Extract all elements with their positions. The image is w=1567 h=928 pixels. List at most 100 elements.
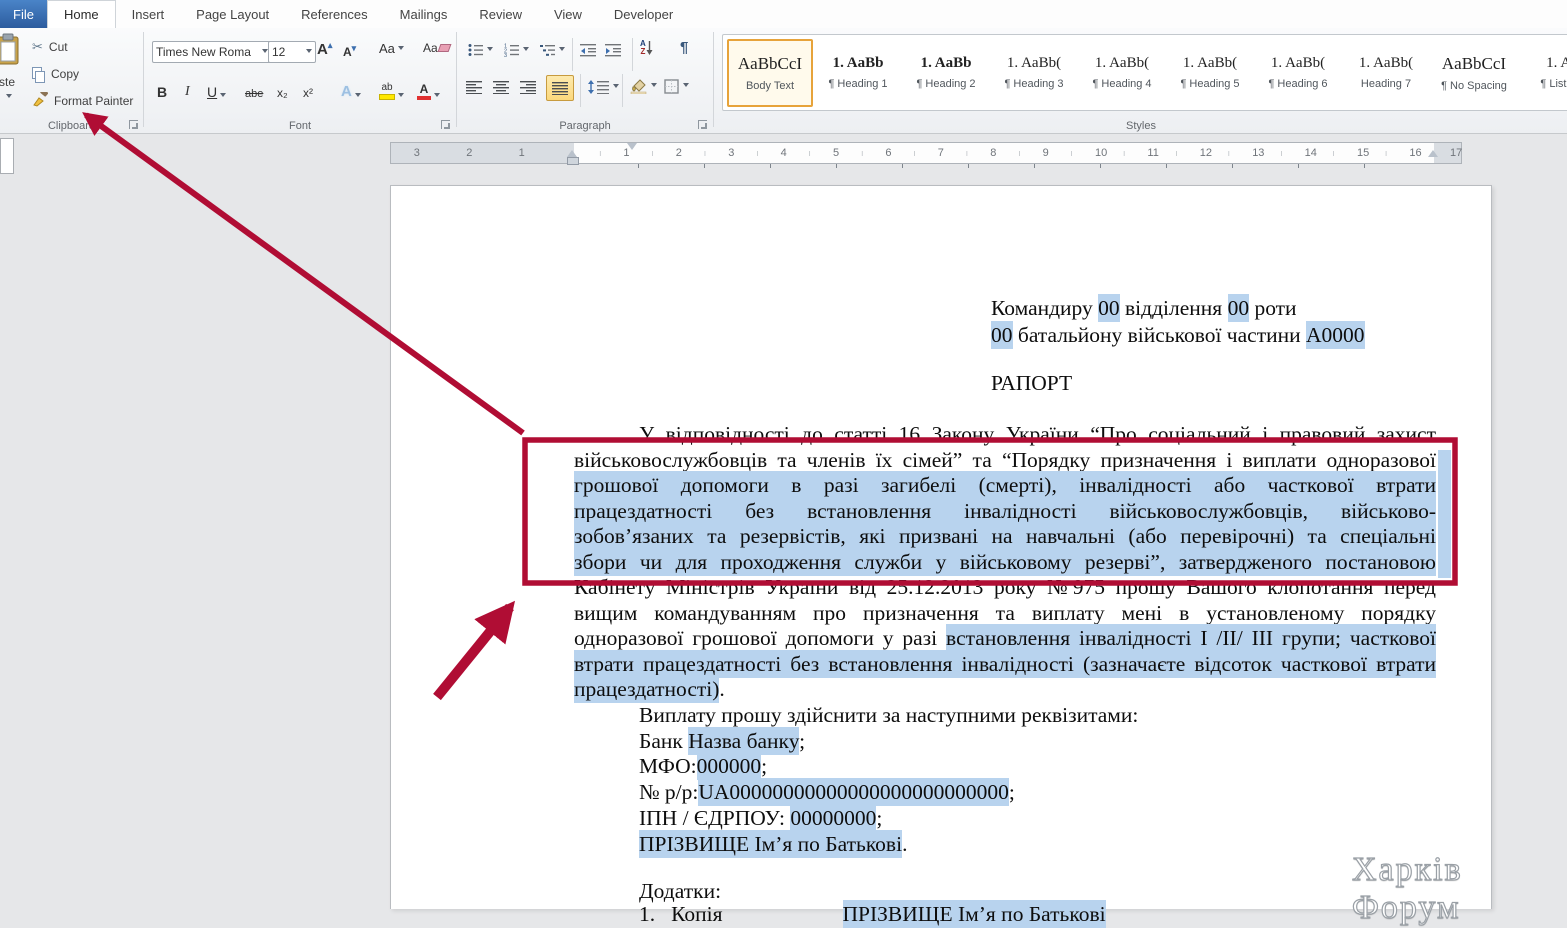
highlight-dropdown-icon[interactable] — [398, 93, 404, 100]
cut-label: Cut — [49, 40, 68, 54]
doc-line[interactable]: Кабінету Міністрів України від 25.12.201… — [574, 575, 1436, 600]
font-group-label: Font — [145, 120, 455, 132]
doc-line[interactable]: МФО:000000; — [574, 754, 767, 779]
font-family-select[interactable]: Times New Roma — [152, 41, 272, 63]
shrink-font-button[interactable]: A▾ — [343, 43, 356, 59]
tab-review[interactable]: Review — [463, 0, 538, 28]
copy-button[interactable]: Copy — [32, 63, 79, 85]
superscript-button[interactable]: x² — [303, 78, 313, 102]
strikethrough-button[interactable]: abe — [245, 78, 263, 102]
tab-home[interactable]: Home — [47, 0, 116, 29]
style-item-list-nu[interactable]: 1. Aa¶ List Nu — [1519, 39, 1567, 107]
change-case-button[interactable]: Aa — [379, 41, 404, 56]
shading-button[interactable] — [630, 78, 657, 94]
doc-line[interactable]: збори чи для проходження служби у військ… — [574, 550, 1436, 575]
font-size-select[interactable]: 12 — [268, 41, 316, 63]
doc-line[interactable]: Виплату прошу здійснити за наступними ре… — [574, 703, 1138, 728]
tab-insert[interactable]: Insert — [116, 0, 181, 28]
font-color-dropdown-icon[interactable] — [434, 93, 440, 100]
style-item-body-text[interactable]: AaBbCcIBody Text — [727, 39, 813, 107]
underline-dropdown-icon[interactable] — [220, 93, 226, 100]
doc-line[interactable]: працездатності). — [574, 677, 725, 702]
doc-line[interactable]: працездатності без встановлення інвалідн… — [574, 499, 1436, 524]
ribbon-home: ste ✂ Cut Copy Format Painter Clipboard … — [0, 28, 1567, 134]
style-item-heading-6[interactable]: 1. AaBb(¶ Heading 6 — [1255, 39, 1341, 107]
cut-button[interactable]: ✂ Cut — [32, 36, 68, 58]
align-right-button[interactable] — [520, 80, 537, 94]
selected-text: збори чи для проходження служби у військ… — [574, 548, 1436, 576]
style-item-heading-3[interactable]: 1. AaBb(¶ Heading 3 — [991, 39, 1077, 107]
clear-formatting-button[interactable]: Aa — [423, 41, 450, 55]
font-color-button[interactable]: A — [417, 78, 440, 102]
doc-line[interactable]: військовослужбовців та членів їх сімей” … — [574, 448, 1436, 473]
ruler-number: 1 — [623, 143, 629, 163]
left-indent-marker[interactable] — [567, 157, 579, 165]
sort-arrow-icon — [646, 40, 653, 56]
italic-button[interactable]: I — [185, 78, 190, 102]
line-spacing-button[interactable] — [588, 80, 619, 94]
doc-line[interactable]: Додатки: — [574, 879, 721, 904]
copy-icon — [32, 67, 45, 82]
borders-button[interactable] — [664, 79, 689, 94]
paste-button[interactable]: ste — [0, 32, 26, 130]
format-painter-button[interactable]: Format Painter — [32, 90, 133, 112]
document-page[interactable]: Командиру 00 відділення 00 роти00 баталь… — [390, 185, 1492, 909]
style-label: ¶ Heading 1 — [828, 78, 887, 90]
sort-button[interactable]: AZ — [640, 40, 653, 56]
doc-line[interactable]: № р/р:UA00000000000000000000000000; — [574, 780, 1015, 805]
style-preview: 1. AaBb( — [1183, 55, 1237, 72]
paint-bucket-icon — [630, 78, 648, 94]
doc-line[interactable]: зобов’язаних та резервістів, які призван… — [574, 524, 1436, 549]
text-effects-dropdown-icon[interactable] — [355, 93, 361, 100]
font-dialog-launcher[interactable] — [441, 120, 450, 129]
tab-mailings[interactable]: Mailings — [384, 0, 464, 28]
doc-line[interactable]: 00 батальйону військової частини А0000 — [991, 323, 1365, 348]
decrease-indent-button[interactable] — [580, 43, 597, 57]
style-item-heading-2[interactable]: 1. AaBb¶ Heading 2 — [903, 39, 989, 107]
doc-line[interactable]: У відповідності до статті 16 Закону Укра… — [574, 422, 1436, 447]
style-item-heading-5[interactable]: 1. AaBb(¶ Heading 5 — [1167, 39, 1253, 107]
ruler-number: 5 — [833, 143, 839, 163]
multilevel-list-button[interactable] — [540, 43, 565, 57]
paste-dropdown-icon[interactable] — [6, 94, 12, 101]
increase-indent-button[interactable] — [605, 43, 622, 57]
clipboard-dialog-launcher[interactable] — [129, 120, 138, 129]
subscript-button[interactable]: x₂ — [277, 78, 288, 102]
doc-line[interactable]: втрати працездатності без встановлення і… — [574, 652, 1436, 677]
doc-line[interactable]: РАПОРТ — [991, 371, 1072, 396]
highlight-button[interactable]: ab — [379, 78, 404, 102]
doc-line[interactable]: грошової допомоги в разі загибелі (смерт… — [574, 473, 1436, 498]
doc-line[interactable]: 1.КопіяПРІЗВИЩЕ Ім’я по Батькові — [574, 902, 1106, 927]
text-effects-button[interactable]: A — [341, 78, 361, 102]
justify-button-active[interactable] — [546, 75, 574, 101]
tab-developer[interactable]: Developer — [598, 0, 689, 28]
bold-button[interactable]: B — [157, 78, 167, 102]
ruler-corner-box[interactable] — [0, 138, 14, 174]
tab-view[interactable]: View — [538, 0, 598, 28]
doc-line[interactable]: ПРІЗВИЩЕ Ім’я по Батькові. — [574, 832, 907, 857]
tab-file[interactable]: File — [0, 0, 47, 28]
tab-page-layout[interactable]: Page Layout — [180, 0, 285, 28]
tab-references[interactable]: References — [285, 0, 383, 28]
doc-line[interactable]: вищим командуванням про призначення та в… — [574, 601, 1436, 626]
right-indent-marker[interactable] — [1428, 150, 1438, 157]
style-item-no-spacing[interactable]: AaBbCcI¶ No Spacing — [1431, 39, 1517, 107]
style-item-heading-1[interactable]: 1. AaBb¶ Heading 1 — [815, 39, 901, 107]
show-hide-pilcrow-button[interactable]: ¶ — [680, 39, 688, 56]
paragraph-dialog-launcher[interactable] — [698, 120, 707, 129]
bullets-button[interactable] — [468, 43, 493, 57]
numbering-button[interactable]: 123 — [504, 43, 529, 57]
doc-line[interactable]: Командиру 00 відділення 00 роти — [991, 296, 1297, 321]
style-item-heading-7[interactable]: 1. AaBb(Heading 7 — [1343, 39, 1429, 107]
doc-line[interactable]: ІПН / ЄДРПОУ: 00000000; — [574, 806, 882, 831]
hanging-indent-marker[interactable] — [567, 150, 577, 157]
grow-font-button[interactable]: A▴ — [317, 40, 332, 58]
horizontal-ruler[interactable]: 3211234567891011121314151617 — [390, 142, 1462, 164]
align-center-button[interactable] — [493, 80, 510, 94]
align-left-button[interactable] — [466, 80, 483, 94]
style-item-heading-4[interactable]: 1. AaBb(¶ Heading 4 — [1079, 39, 1165, 107]
doc-line[interactable]: одноразової грошової допомоги у разі вст… — [574, 626, 1436, 651]
underline-button[interactable]: U — [207, 78, 226, 102]
selected-text: 000000 — [697, 752, 762, 780]
doc-line[interactable]: Банк Назва банку; — [574, 729, 805, 754]
